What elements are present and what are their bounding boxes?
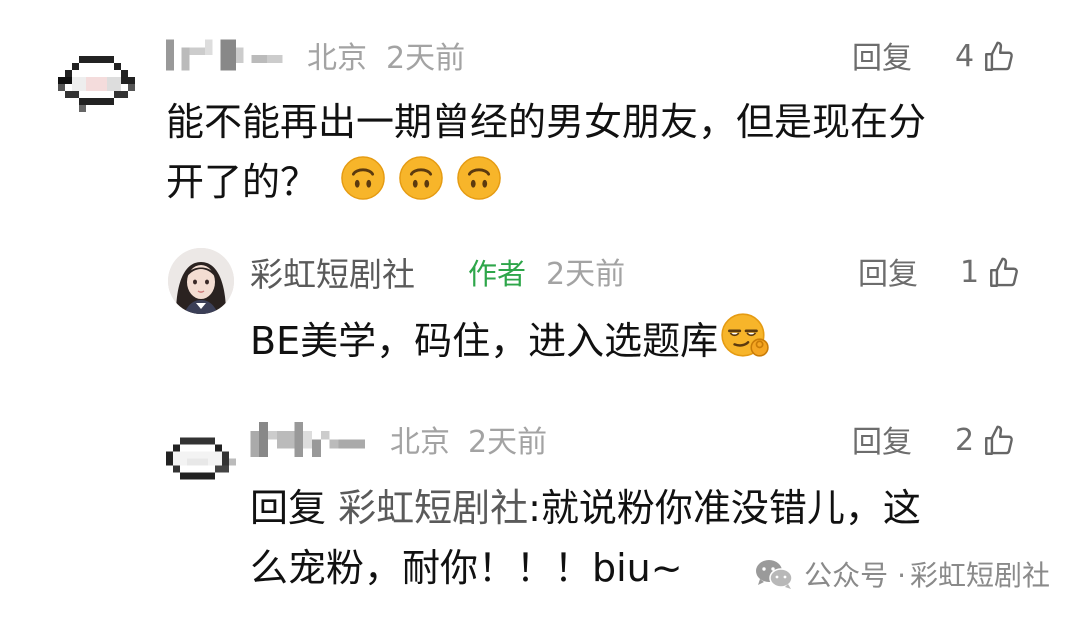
comment-text: 回复 彩虹短剧社:就说粉你准没错儿，这 [250,478,921,538]
avatar[interactable] [166,436,236,488]
reply-prefix: 回复 [250,486,327,530]
upside-down-face-icon [398,155,444,201]
comment-text-line: 能不能再出一期曾经的男女朋友，但是现在分 [166,100,927,144]
reply-target-name[interactable]: 彩虹短剧社 [338,486,528,530]
smirk-ok-face-icon [720,310,770,360]
author-name[interactable]: 彩虹短剧社 [250,258,415,291]
comment-thread: 北京 2天前 回复 4 能不能再出一期曾经的男女朋友，但是现在分 开了的？ 彩虹… [0,0,1080,620]
comment-text-line: 开了的？ [166,160,319,204]
comment-text: 能不能再出一期曾经的男女朋友，但是现在分 [166,92,926,152]
avatar[interactable] [58,48,142,120]
user-name-blurred[interactable] [166,38,290,72]
user-name-blurred[interactable] [250,422,374,466]
watermark-prefix: 公众号 · [804,559,906,592]
comment-time: 2天前 [546,257,626,292]
comment-text-continued: 么宠粉，耐你！！！biu~ [250,538,683,598]
upside-down-face-icon [340,155,386,201]
like-button[interactable]: 2 [955,424,1016,458]
reply-button[interactable]: 回复 [852,428,912,458]
upside-down-face-icon [456,155,502,201]
thumbs-up-icon [982,424,1016,458]
like-button[interactable]: 4 [955,40,1016,74]
watermark-account: 彩虹短剧社 [909,559,1050,592]
watermark: 公众号 · 彩虹短剧社 [754,554,1050,594]
comment-location: 北京 [307,41,367,76]
comment-text-line: BE美学，码住，进入选题库 [250,319,719,363]
comment-text-line: :就说粉你准没错儿，这 [528,486,921,530]
comment-text: BE美学，码住，进入选题库 [250,310,782,371]
comment-location: 北京 [390,425,450,460]
reply-button[interactable]: 回复 [858,260,918,290]
comment-time: 2天前 [386,41,466,76]
reply-button[interactable]: 回复 [852,44,912,74]
comment-text-continued: 开了的？ [166,152,514,212]
thumbs-up-icon [982,40,1016,74]
comment-text-line: 么宠粉，耐你！！！biu~ [250,546,683,590]
like-count: 2 [955,423,975,458]
thumbs-up-icon [987,256,1021,290]
wechat-icon [754,557,794,591]
like-count: 4 [955,39,975,74]
comment-time: 2天前 [468,425,548,460]
author-avatar[interactable] [168,248,234,314]
like-count: 1 [960,255,980,290]
like-button[interactable]: 1 [960,256,1021,290]
author-badge: 作者 [468,257,527,291]
